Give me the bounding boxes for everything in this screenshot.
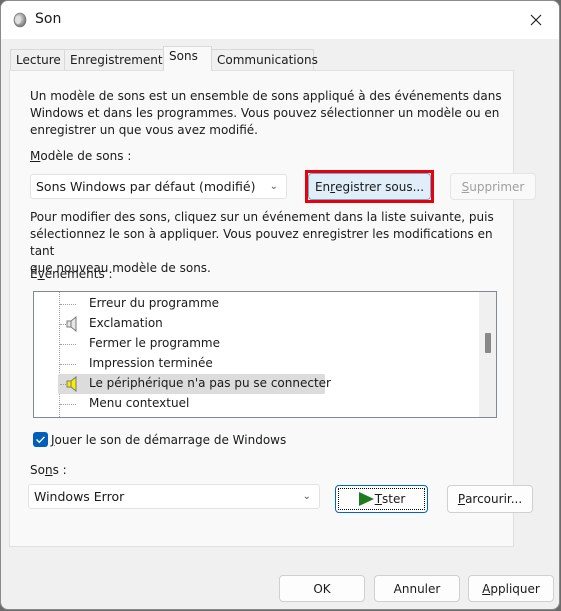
btn-text: ster xyxy=(382,492,406,506)
save-as-button[interactable]: En r egistrer sous... xyxy=(308,173,431,200)
title-bar: Son xyxy=(1,1,559,39)
play-icon xyxy=(358,492,374,506)
hotkey: A xyxy=(482,581,491,596)
scrollbar-thumb[interactable] xyxy=(485,333,491,353)
btn-text: egistrer sous... xyxy=(335,179,425,194)
event-label: Fermer le programme xyxy=(89,336,220,350)
modify-line: Pour modifier des sons, cliquez sur un é… xyxy=(30,210,494,224)
tree-connector xyxy=(60,404,76,405)
scheme-label: Modèle de sons : xyxy=(30,149,131,163)
list-item[interactable]: Fermer le programme xyxy=(34,334,474,354)
intro-text: Un modèle de sons est un ensemble de son… xyxy=(30,88,510,139)
apply-button[interactable]: Appliquer xyxy=(468,575,554,602)
label-text: É xyxy=(30,267,38,281)
event-label: Erreur du programme xyxy=(89,296,220,310)
sound-dialog: Son Lecture Enregistrement Sons Communic… xyxy=(0,0,560,610)
tree-connector xyxy=(60,364,76,365)
ok-button[interactable]: OK xyxy=(279,575,365,602)
event-label: Le périphérique n'a pas pu se connecter xyxy=(89,376,331,390)
tab-communications[interactable]: Communications xyxy=(211,49,318,70)
cancel-button[interactable]: Annuler xyxy=(374,575,460,602)
speaker-icon xyxy=(66,316,77,332)
speaker-icon xyxy=(13,12,27,28)
list-item[interactable]: Erreur du programme xyxy=(34,294,474,314)
checkmark-icon xyxy=(36,436,46,444)
events-scrollbar[interactable] xyxy=(479,292,496,417)
tab-sons[interactable]: Sons xyxy=(163,46,212,71)
hotkey: T xyxy=(374,492,383,506)
label-text: s : xyxy=(52,463,67,477)
events-label: Événements : xyxy=(30,267,113,281)
label-text: énements : xyxy=(44,267,113,281)
list-item[interactable]: Exclamation xyxy=(34,314,474,334)
intro-line: Un modèle de sons est un ensemble de son… xyxy=(30,89,502,103)
sound-dropdown[interactable]: Windows Error ⌄ xyxy=(28,484,320,509)
startup-sound-label[interactable]: Jouer le son de démarrage de Windows xyxy=(51,433,286,447)
event-label: Menu contextuel xyxy=(89,396,190,410)
list-item-selected[interactable]: Le périphérique n'a pas pu se connecter xyxy=(34,374,474,394)
sons-panel: Un modèle de sons est un ensemble de son… xyxy=(9,70,536,547)
sounds-label: Sons : xyxy=(30,463,67,477)
browse-button[interactable]: Parcourir... xyxy=(447,485,533,513)
label-text: odèle de sons : xyxy=(40,149,132,163)
sound-value: Windows Error xyxy=(34,489,125,504)
delete-button[interactable]: Supprimer xyxy=(450,173,536,200)
tree-connector xyxy=(60,304,76,305)
close-button[interactable] xyxy=(513,1,559,39)
event-label: Impression terminée xyxy=(89,356,213,370)
events-list[interactable]: Erreur du programme Exclamation Fermer l… xyxy=(33,291,497,418)
intro-line: Windows et dans les programmes. Vous pou… xyxy=(30,106,500,120)
intro-line: enregistrer un que vous avez modifié. xyxy=(30,123,258,137)
scheme-value: Sons Windows par défaut (modifié) xyxy=(36,179,256,194)
window-title: Son xyxy=(35,11,62,27)
hotkey: v xyxy=(37,267,45,281)
label-text: ouer le son de démarrage de Windows xyxy=(54,433,287,447)
startup-sound-checkbox[interactable] xyxy=(33,432,48,447)
tab-lecture[interactable]: Lecture xyxy=(10,49,65,70)
hotkey: M xyxy=(30,149,41,163)
tab-enregistrement[interactable]: Enregistrement xyxy=(64,49,164,70)
hotkey: P xyxy=(457,492,466,506)
hotkey: S xyxy=(461,179,470,194)
list-item[interactable]: Menu contextuel xyxy=(34,394,474,414)
modify-line: sélectionnez le son à appliquer. Vous po… xyxy=(30,227,493,258)
list-item[interactable]: Impression terminée xyxy=(34,354,474,374)
btn-text: arcourir... xyxy=(465,492,523,506)
btn-text: upprimer xyxy=(469,179,525,194)
test-button[interactable]: Tster xyxy=(335,485,428,513)
scheme-dropdown[interactable]: Sons Windows par défaut (modifié) ⌄ xyxy=(30,174,287,199)
tree-connector xyxy=(60,344,76,345)
hotkey: n xyxy=(44,463,53,477)
btn-text: ppliquer xyxy=(490,581,540,596)
btn-text: En xyxy=(314,179,331,194)
chevron-down-icon: ⌄ xyxy=(269,181,278,192)
chevron-down-icon: ⌄ xyxy=(302,491,311,502)
speaker-active-icon xyxy=(66,376,77,392)
event-label: Exclamation xyxy=(89,316,163,330)
close-icon xyxy=(530,14,542,26)
label-text: So xyxy=(30,463,45,477)
